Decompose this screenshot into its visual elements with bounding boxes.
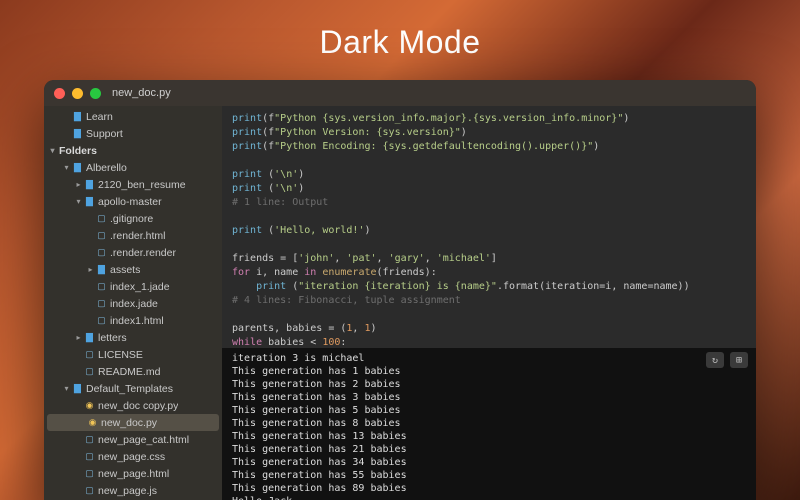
file-icon: ▢: [83, 434, 96, 445]
file-icon: ▢: [83, 451, 96, 462]
sidebar-item[interactable]: ▢index.jade: [44, 295, 222, 312]
file-icon: ▢: [83, 366, 96, 377]
sidebar: ▇Learn▇Support▾Folders▾▇Alberello▸▇2120_…: [44, 106, 222, 500]
sidebar-item-label: new_doc copy.py: [98, 400, 178, 412]
sidebar-item-label: new_doc.py: [101, 417, 157, 429]
file-icon: ▢: [95, 281, 108, 292]
sidebar-item-label: .render.render: [110, 247, 176, 259]
sidebar-item[interactable]: ▢new_page.css: [44, 448, 222, 465]
disclosure-icon[interactable]: ▾: [62, 384, 71, 393]
sidebar-item-label: Default_Templates: [86, 383, 173, 395]
python-file-icon: ◉: [86, 417, 99, 428]
sidebar-item-label: 2120_ben_resume: [98, 179, 186, 191]
sidebar-item-label: index1.html: [110, 315, 164, 327]
maximize-icon[interactable]: [90, 88, 101, 99]
folder-icon: ▇: [83, 332, 96, 343]
sidebar-item-label: new_page.js: [98, 485, 157, 497]
sidebar-item[interactable]: ▢.render.html: [44, 227, 222, 244]
console-text: iteration 3 is michael This generation h…: [232, 352, 746, 500]
sidebar-item-label: index.jade: [110, 298, 158, 310]
file-icon: ▢: [83, 349, 96, 360]
sidebar-section-header[interactable]: ▾Folders: [44, 142, 222, 159]
close-icon[interactable]: [54, 88, 65, 99]
editor-window: new_doc.py ▇Learn▇Support▾Folders▾▇Alber…: [44, 80, 756, 500]
folder-icon: ▇: [71, 162, 84, 173]
sidebar-item[interactable]: ▸▇2120_ben_resume: [44, 176, 222, 193]
sidebar-item-label: assets: [110, 264, 140, 276]
file-icon: ▢: [95, 230, 108, 241]
sidebar-item[interactable]: ▇Learn: [44, 108, 222, 125]
folder-icon: ▇: [71, 383, 84, 394]
minimize-icon[interactable]: [72, 88, 83, 99]
sidebar-item[interactable]: ▢new_page_cat.html: [44, 431, 222, 448]
sidebar-item[interactable]: ▇Support: [44, 125, 222, 142]
sidebar-item[interactable]: ▢LICENSE: [44, 346, 222, 363]
sidebar-item[interactable]: ◉new_doc.py: [47, 414, 219, 431]
console-reload-button[interactable]: ↻: [706, 352, 724, 368]
sidebar-item[interactable]: ▢.render.render: [44, 244, 222, 261]
sidebar-item[interactable]: ▾▇apollo-master: [44, 193, 222, 210]
sidebar-item[interactable]: ▢.gitignore: [44, 210, 222, 227]
file-icon: ▢: [95, 315, 108, 326]
titlebar[interactable]: new_doc.py: [44, 80, 756, 106]
disclosure-icon[interactable]: ▾: [74, 197, 83, 206]
sidebar-item-label: new_page.html: [98, 468, 169, 480]
disclosure-icon[interactable]: ▸: [86, 265, 95, 274]
console-layout-button[interactable]: ⊞: [730, 352, 748, 368]
sidebar-item[interactable]: ▢new_page.html: [44, 465, 222, 482]
disclosure-icon[interactable]: ▸: [74, 180, 83, 189]
sidebar-item[interactable]: ▸▇letters: [44, 329, 222, 346]
sidebar-item-label: Alberello: [86, 162, 127, 174]
folder-icon: ▇: [83, 196, 96, 207]
disclosure-icon[interactable]: ▾: [62, 163, 71, 172]
sidebar-item[interactable]: ▢index1.html: [44, 312, 222, 329]
folder-icon: ▇: [83, 179, 96, 190]
window-title: new_doc.py: [112, 87, 171, 99]
folder-icon: ▇: [71, 128, 84, 139]
sidebar-item-label: new_page_cat.html: [98, 434, 189, 446]
sidebar-item-label: new_page.css: [98, 451, 165, 463]
file-icon: ▢: [83, 485, 96, 496]
sidebar-item-label: .gitignore: [110, 213, 153, 225]
sidebar-item-label: index_1.jade: [110, 281, 170, 293]
sidebar-item-label: README.md: [98, 366, 160, 378]
disclosure-icon[interactable]: ▸: [74, 333, 83, 342]
file-icon: ▢: [83, 468, 96, 479]
file-icon: ▢: [95, 298, 108, 309]
sidebar-item[interactable]: ▢new_page.js: [44, 482, 222, 499]
sidebar-item-label: Support: [86, 128, 123, 140]
sidebar-item-label: LICENSE: [98, 349, 143, 361]
sidebar-item[interactable]: ◉new_doc copy.py: [44, 397, 222, 414]
sidebar-item[interactable]: ▢README.md: [44, 363, 222, 380]
code-editor[interactable]: print(f"Python {sys.version_info.major}.…: [222, 106, 756, 348]
sidebar-item-label: .render.html: [110, 230, 165, 242]
sidebar-item-label: apollo-master: [98, 196, 162, 208]
sidebar-item[interactable]: ▾▇Alberello: [44, 159, 222, 176]
folder-icon: ▇: [95, 264, 108, 275]
sidebar-item[interactable]: ▾▇Default_Templates: [44, 380, 222, 397]
folder-icon: ▇: [71, 111, 84, 122]
console-output[interactable]: iteration 3 is michael This generation h…: [222, 348, 756, 500]
python-file-icon: ◉: [83, 400, 96, 411]
file-icon: ▢: [95, 213, 108, 224]
hero-title: Dark Mode: [0, 24, 800, 61]
sidebar-item[interactable]: ▸▇assets: [44, 261, 222, 278]
sidebar-item[interactable]: ▢index_1.jade: [44, 278, 222, 295]
sidebar-item-label: letters: [98, 332, 127, 344]
sidebar-item-label: Learn: [86, 111, 113, 123]
file-icon: ▢: [95, 247, 108, 258]
